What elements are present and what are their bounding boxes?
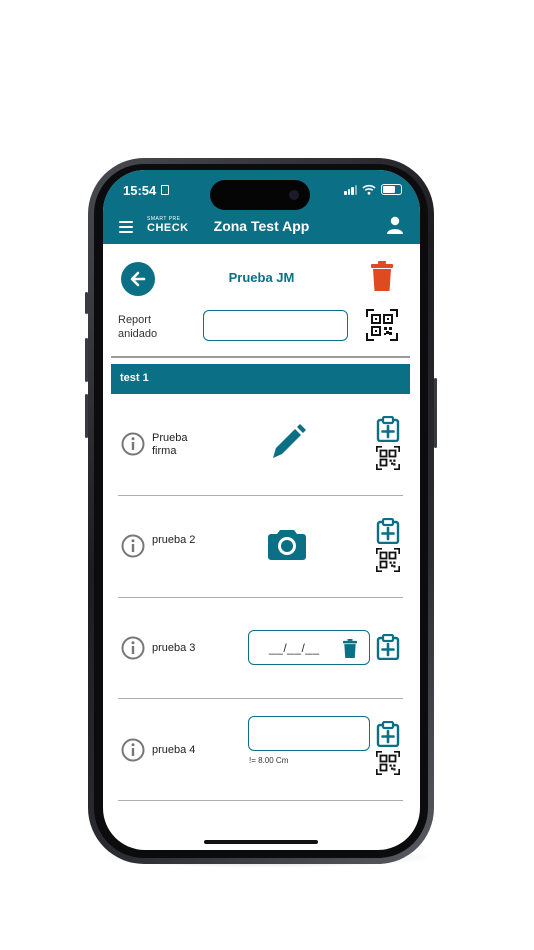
- status-indicators: [344, 184, 402, 195]
- qr-code-icon[interactable]: [376, 751, 400, 775]
- item-actions: [376, 518, 402, 572]
- date-input[interactable]: __/__/__: [248, 630, 370, 665]
- section-header[interactable]: test 1: [111, 364, 410, 394]
- item-label: prueba 3: [152, 642, 196, 654]
- row-divider: [118, 698, 403, 699]
- item-label: Prueba firma: [152, 432, 188, 457]
- measurement-input[interactable]: [248, 716, 370, 751]
- app-header: 15:54 SMART PRE CHECK Zona Test App: [103, 170, 420, 244]
- list-item: prueba 4 != 8.00 Cm: [118, 708, 403, 800]
- measurement-hint: != 8.00 Cm: [249, 756, 289, 765]
- battery-icon: [381, 184, 402, 195]
- info-icon[interactable]: [121, 534, 145, 558]
- section-title: test 1: [120, 372, 149, 384]
- trash-icon[interactable]: [371, 261, 393, 291]
- front-camera: [289, 190, 299, 200]
- clipboard-plus-icon[interactable]: [376, 721, 402, 747]
- clipboard-plus-icon[interactable]: [376, 518, 402, 544]
- qr-code-icon[interactable]: [366, 309, 398, 341]
- clipboard-plus-icon[interactable]: [376, 634, 402, 660]
- row-divider: [118, 495, 403, 496]
- camera-icon[interactable]: [268, 528, 306, 560]
- clipboard-plus-icon[interactable]: [376, 416, 402, 442]
- app-title: Zona Test App: [213, 218, 310, 234]
- phone-screen: 15:54 SMART PRE CHECK Zona Test App Prue…: [103, 170, 420, 850]
- trash-icon[interactable]: [343, 639, 357, 658]
- volume-up-button: [85, 338, 88, 382]
- action-button: [85, 292, 88, 314]
- home-indicator[interactable]: [204, 840, 318, 844]
- row-divider: [118, 800, 403, 801]
- volume-down-button: [85, 394, 88, 438]
- report-input[interactable]: [203, 310, 348, 341]
- list-item: prueba 3 __/__/__: [118, 610, 403, 698]
- pencil-icon[interactable]: [268, 424, 306, 462]
- info-icon[interactable]: [121, 432, 145, 456]
- user-icon[interactable]: [386, 216, 404, 234]
- wifi-icon: [362, 184, 376, 195]
- info-icon[interactable]: [121, 636, 145, 660]
- item-actions: [376, 721, 402, 775]
- signal-icon: [344, 184, 357, 195]
- info-icon[interactable]: [121, 738, 145, 762]
- list-item: Prueba firma: [118, 405, 403, 495]
- date-value: __/__/__: [269, 641, 320, 655]
- lock-icon: [161, 185, 169, 195]
- report-label: Report anidado: [118, 314, 158, 340]
- list-item: prueba 2: [118, 506, 403, 596]
- qr-code-icon[interactable]: [376, 446, 400, 470]
- qr-code-icon[interactable]: [376, 548, 400, 572]
- item-label: prueba 2: [152, 534, 196, 546]
- row-divider: [118, 597, 403, 598]
- item-actions: [376, 416, 402, 470]
- item-label: prueba 4: [152, 744, 196, 756]
- status-time: 15:54: [123, 183, 157, 198]
- divider: [111, 356, 410, 358]
- stage: 15:54 SMART PRE CHECK Zona Test App Prue…: [0, 0, 534, 950]
- power-button: [434, 378, 437, 448]
- item-actions: [376, 634, 402, 660]
